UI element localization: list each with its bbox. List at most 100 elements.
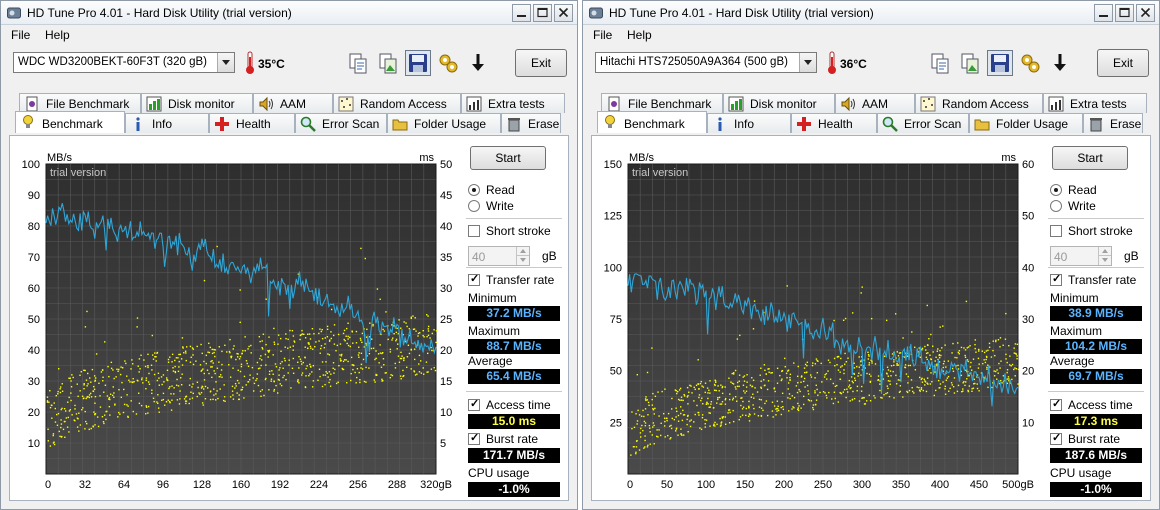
access-time-point [208,372,210,375]
access-time-point [686,386,689,389]
tab-erase[interactable]: Erase [1083,113,1143,133]
access-time-point [212,362,214,364]
maximize-button[interactable] [1115,4,1134,22]
tab-health[interactable]: Health [791,113,877,133]
access-time-point [47,440,49,442]
access-time-point [107,365,109,368]
access-time-point [140,354,142,357]
close-button[interactable] [554,4,573,22]
download-button[interactable] [465,50,491,76]
access-time-point [298,355,300,358]
access-time-point [735,388,737,390]
write-radio[interactable]: Write [1050,198,1146,214]
access-time-point [345,335,347,337]
exit-button[interactable]: Exit [1097,49,1149,77]
access-time-point [330,373,332,375]
start-button[interactable]: Start [470,146,546,170]
spinner-down-icon[interactable] [516,256,529,265]
tab-aam[interactable]: AAM [835,93,915,113]
tab-health[interactable]: Health [209,113,295,133]
tab-file-benchmark[interactable]: File Benchmark [19,93,141,113]
access-time-point [762,409,764,412]
copy-text-button[interactable] [927,50,953,76]
short-stroke-spinner[interactable]: 40 [468,246,530,266]
chevron-down-icon[interactable] [799,53,816,72]
tab-benchmark[interactable]: Benchmark [15,111,125,133]
access-time-point [945,366,947,368]
chevron-down-icon[interactable] [217,53,234,72]
access-time-point [202,404,204,406]
access-time-point [873,395,875,397]
drive-select[interactable]: WDC WD3200BEKT-60F3T (320 gB) [13,52,235,73]
burst-rate-checkbox[interactable]: Burst rate [468,431,566,447]
short-stroke-spinner[interactable]: 40 [1050,246,1112,266]
download-button[interactable] [1047,50,1073,76]
menu-help[interactable]: Help [45,28,70,42]
access-time-point [896,364,898,366]
access-time-point [241,352,243,355]
tab-random-access[interactable]: Random Access [333,93,461,113]
tab-extra-tests[interactable]: Extra tests [1043,93,1147,113]
transfer-rate-checkbox[interactable]: Transfer rate [1050,272,1148,288]
access-time-point [400,378,402,380]
access-time-point [380,366,383,368]
menu-file[interactable]: File [11,28,30,42]
tab-error-scan[interactable]: Error Scan [295,113,387,133]
access-time-point [86,422,88,425]
tab-info[interactable]: Info [125,113,209,133]
tab-disk-monitor[interactable]: Disk monitor [723,93,835,113]
close-button[interactable] [1136,4,1155,22]
access-time-point [278,369,280,371]
minimize-button[interactable] [512,4,531,22]
short-stroke-checkbox[interactable]: Short stroke [1050,223,1148,239]
short-stroke-checkbox[interactable]: Short stroke [468,223,566,239]
tab-folder-usage[interactable]: Folder Usage [387,113,501,133]
access-time-point [695,384,698,386]
read-radio[interactable]: Read [1050,182,1146,198]
tab-folder-usage[interactable]: Folder Usage [969,113,1083,133]
access-time-point [426,314,428,316]
tab-benchmark[interactable]: Benchmark [597,111,707,133]
tab-error-scan[interactable]: Error Scan [877,113,969,133]
access-time-point [218,346,220,348]
tab-aam[interactable]: AAM [253,93,333,113]
access-time-point [842,319,845,321]
menu-file[interactable]: File [593,28,612,42]
options-button[interactable] [1017,50,1043,76]
tab-random-access[interactable]: Random Access [915,93,1043,113]
access-time-point [999,337,1002,339]
tab-disk-monitor[interactable]: Disk monitor [141,93,253,113]
access-time-checkbox[interactable]: Access time [468,397,566,413]
access-time-point [275,384,277,387]
write-radio[interactable]: Write [468,198,564,214]
start-button[interactable]: Start [1052,146,1128,170]
save-button[interactable] [987,50,1013,76]
spinner-up-icon[interactable] [1098,247,1111,256]
access-time-point [219,388,221,390]
read-radio[interactable]: Read [468,182,564,198]
maximize-button[interactable] [533,4,552,22]
burst-rate-checkbox[interactable]: Burst rate [1050,431,1148,447]
access-time-point [258,336,261,338]
copy-text-button[interactable] [345,50,371,76]
tab-extra-tests[interactable]: Extra tests [461,93,565,113]
options-button[interactable] [435,50,461,76]
access-time-point [121,381,123,384]
access-time-point [787,388,789,390]
exit-button[interactable]: Exit [515,49,567,77]
spinner-down-icon[interactable] [1098,256,1111,265]
tab-info[interactable]: Info [707,113,791,133]
save-button[interactable] [405,50,431,76]
access-time-checkbox[interactable]: Access time [1050,397,1148,413]
copy-image-button[interactable] [375,50,401,76]
access-time-point [267,350,269,352]
access-time-point [993,370,995,372]
tab-file-benchmark[interactable]: File Benchmark [601,93,723,113]
copy-image-button[interactable] [957,50,983,76]
minimize-button[interactable] [1094,4,1113,22]
tab-erase[interactable]: Erase [501,113,561,133]
menu-help[interactable]: Help [627,28,652,42]
drive-select[interactable]: Hitachi HTS725050A9A364 (500 gB) [595,52,817,73]
spinner-up-icon[interactable] [516,247,529,256]
transfer-rate-checkbox[interactable]: Transfer rate [468,272,566,288]
